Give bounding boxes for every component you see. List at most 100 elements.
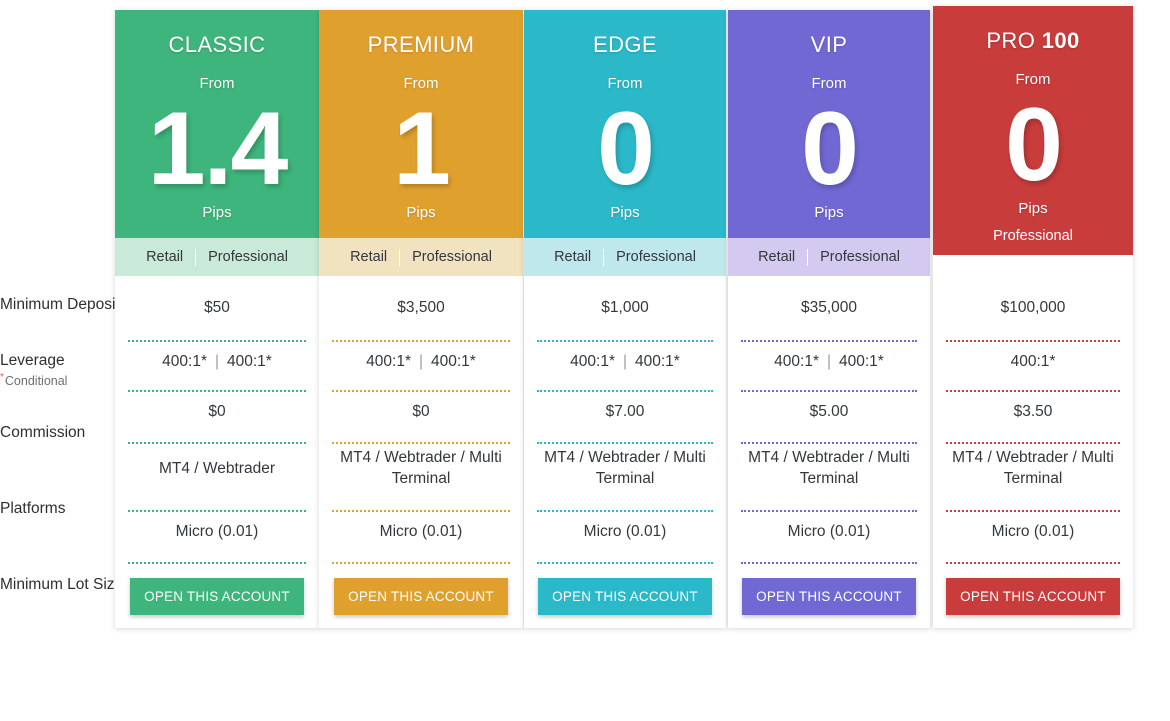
plan-name-emphasis: 100 xyxy=(1041,28,1080,53)
commission-value: $0 xyxy=(331,392,511,432)
audience-divider xyxy=(399,248,401,266)
audience-professional: Professional xyxy=(208,249,288,265)
plan-card-header: PRO 100 From 0 Pips Professional xyxy=(933,6,1133,256)
leverage-value: 400:1* xyxy=(945,342,1121,382)
commission-value-text: $3.50 xyxy=(1013,402,1053,420)
minimum-lot-size-value-text: Micro (0.01) xyxy=(583,522,667,540)
leverage-divider: | xyxy=(214,352,220,370)
row-label-text: Minimum Lot Size xyxy=(0,576,124,593)
plan-card-body: $100,000 400:1* $3.50 MT4 / Webtrader / Mul… xyxy=(933,288,1133,628)
minimum-lot-size-value-text: Micro (0.01) xyxy=(379,522,463,540)
row-label-commission: Commission xyxy=(0,424,122,442)
pricing-comparison-table: Minimum Deposit Leverage *Conditional Commi… xyxy=(0,0,1170,721)
audience-divider xyxy=(807,248,809,266)
open-account-button[interactable]: OPEN THIS ACCOUNT xyxy=(130,577,304,615)
audience-retail: Retail xyxy=(350,249,388,265)
minimum-deposit-value-text: $1,000 xyxy=(601,298,649,316)
minimum-lot-size-value-text: Micro (0.01) xyxy=(787,522,871,540)
pips-label: Pips xyxy=(610,204,640,222)
open-account-button[interactable]: OPEN THIS ACCOUNT xyxy=(742,577,916,615)
plan-card-body: $1,000 400:1* | 400:1* $7.00 MT4 / Webtrader … xyxy=(524,288,726,628)
leverage-pair: 400:1* xyxy=(1011,352,1056,373)
row-label-minimum-lot-size: Minimum Lot Size xyxy=(0,576,124,594)
open-account-button[interactable]: OPEN THIS ACCOUNT xyxy=(334,577,508,615)
row-label-minimum-deposit: Minimum Deposit xyxy=(0,296,122,314)
leverage-item: 400:1* xyxy=(431,352,476,370)
minimum-deposit-value: $50 xyxy=(127,288,307,328)
audience-professional: Professional xyxy=(412,249,492,265)
row-label-column: Minimum Deposit Leverage *Conditional Commi… xyxy=(0,0,123,721)
minimum-lot-size-value: Micro (0.01) xyxy=(945,512,1121,552)
plan-name: VIP xyxy=(810,32,848,57)
plan-cards-container: CLASSIC From 1.4 Pips Retail Professional $50 4… xyxy=(114,0,1170,721)
pips-label: Pips xyxy=(1018,200,1048,218)
plan-card-body: $35,000 400:1* | 400:1* $5.00 MT4 / Webtrader… xyxy=(728,288,930,628)
minimum-deposit-value-text: $35,000 xyxy=(800,298,858,316)
leverage-pair: 400:1* | 400:1* xyxy=(366,352,476,373)
minimum-deposit-value: $100,000 xyxy=(945,288,1121,328)
leverage-item: 400:1* xyxy=(839,352,884,370)
leverage-pair: 400:1* | 400:1* xyxy=(570,352,680,373)
cta-container: OPEN THIS ACCOUNT xyxy=(945,564,1121,628)
leverage-pair: 400:1* | 400:1* xyxy=(162,352,272,373)
plan-name: PRO 100 xyxy=(986,28,1080,53)
plan-card-classic: CLASSIC From 1.4 Pips Retail Professional $50 4… xyxy=(115,10,319,628)
leverage-value: 400:1* | 400:1* xyxy=(536,342,714,382)
spread-value: 0 xyxy=(801,91,859,207)
commission-value: $0 xyxy=(127,392,307,432)
commission-value-text: $0 xyxy=(412,402,430,420)
audience-band: Retail Professional xyxy=(115,238,319,276)
platforms-value-text: MT4 / Webtrader / Multi Terminal xyxy=(544,449,706,487)
minimum-lot-size-value: Micro (0.01) xyxy=(127,512,307,552)
leverage-item: 400:1* xyxy=(366,352,411,370)
plan-card-header: VIP From 0 Pips xyxy=(728,10,930,238)
platforms-value-text: MT4 / Webtrader / Multi Terminal xyxy=(748,449,910,487)
audience-divider xyxy=(603,248,605,266)
minimum-deposit-value: $3,500 xyxy=(331,288,511,328)
commission-value: $5.00 xyxy=(740,392,918,432)
leverage-value: 400:1* | 400:1* xyxy=(127,342,307,382)
plan-card-body: $50 400:1* | 400:1* $0 MT4 / Webtrader Micro (… xyxy=(115,288,319,628)
plan-card-pro-100: PRO 100 From 0 Pips Professional $100,000 400:… xyxy=(933,6,1133,628)
leverage-item: 400:1* xyxy=(635,352,680,370)
leverage-divider: | xyxy=(418,352,424,370)
leverage-item: 400:1* xyxy=(1010,352,1056,370)
plan-card-premium: PREMIUM From 1 Pips Retail Professional $3,500… xyxy=(319,10,523,628)
audience-band: Retail Professional xyxy=(319,238,523,276)
leverage-divider: | xyxy=(826,352,832,370)
audience-professional: Professional xyxy=(820,249,900,265)
minimum-deposit-value-text: $100,000 xyxy=(1000,298,1066,316)
commission-value: $7.00 xyxy=(536,392,714,432)
audience-band: Professional xyxy=(933,217,1133,256)
cta-container: OPEN THIS ACCOUNT xyxy=(740,564,918,628)
leverage-value: 400:1* | 400:1* xyxy=(331,342,511,382)
minimum-deposit-value: $1,000 xyxy=(536,288,714,328)
row-label-text: Leverage xyxy=(0,352,65,369)
leverage-item: 400:1* xyxy=(570,352,615,370)
commission-value-text: $0 xyxy=(208,402,226,420)
cta-container: OPEN THIS ACCOUNT xyxy=(127,564,307,628)
pips-label: Pips xyxy=(202,204,232,222)
plan-card-vip: VIP From 0 Pips Retail Professional $35,000 400… xyxy=(728,10,930,628)
row-label-text: Minimum Deposit xyxy=(0,296,120,313)
leverage-item: 400:1* xyxy=(774,352,819,370)
minimum-lot-size-value-text: Micro (0.01) xyxy=(991,522,1075,540)
plan-card-header: CLASSIC From 1.4 Pips xyxy=(115,10,319,238)
audience-band: Retail Professional xyxy=(524,238,726,276)
cta-container: OPEN THIS ACCOUNT xyxy=(536,564,714,628)
minimum-deposit-value: $35,000 xyxy=(740,288,918,328)
platforms-value: MT4 / Webtrader / Multi Terminal xyxy=(536,444,714,494)
platforms-value: MT4 / Webtrader / Multi Terminal xyxy=(740,444,918,494)
row-label-text: Commission xyxy=(0,424,86,441)
commission-value: $3.50 xyxy=(945,392,1121,432)
platforms-value-text: MT4 / Webtrader / Multi Terminal xyxy=(952,449,1114,487)
minimum-deposit-value-text: $50 xyxy=(204,298,230,316)
minimum-lot-size-value: Micro (0.01) xyxy=(740,512,918,552)
leverage-pair: 400:1* | 400:1* xyxy=(774,352,884,373)
platforms-value: MT4 / Webtrader xyxy=(127,444,307,494)
open-account-button[interactable]: OPEN THIS ACCOUNT xyxy=(538,577,712,615)
minimum-lot-size-value: Micro (0.01) xyxy=(331,512,511,552)
leverage-divider: | xyxy=(622,352,628,370)
pips-label: Pips xyxy=(814,204,844,222)
open-account-button[interactable]: OPEN THIS ACCOUNT xyxy=(946,577,1120,615)
